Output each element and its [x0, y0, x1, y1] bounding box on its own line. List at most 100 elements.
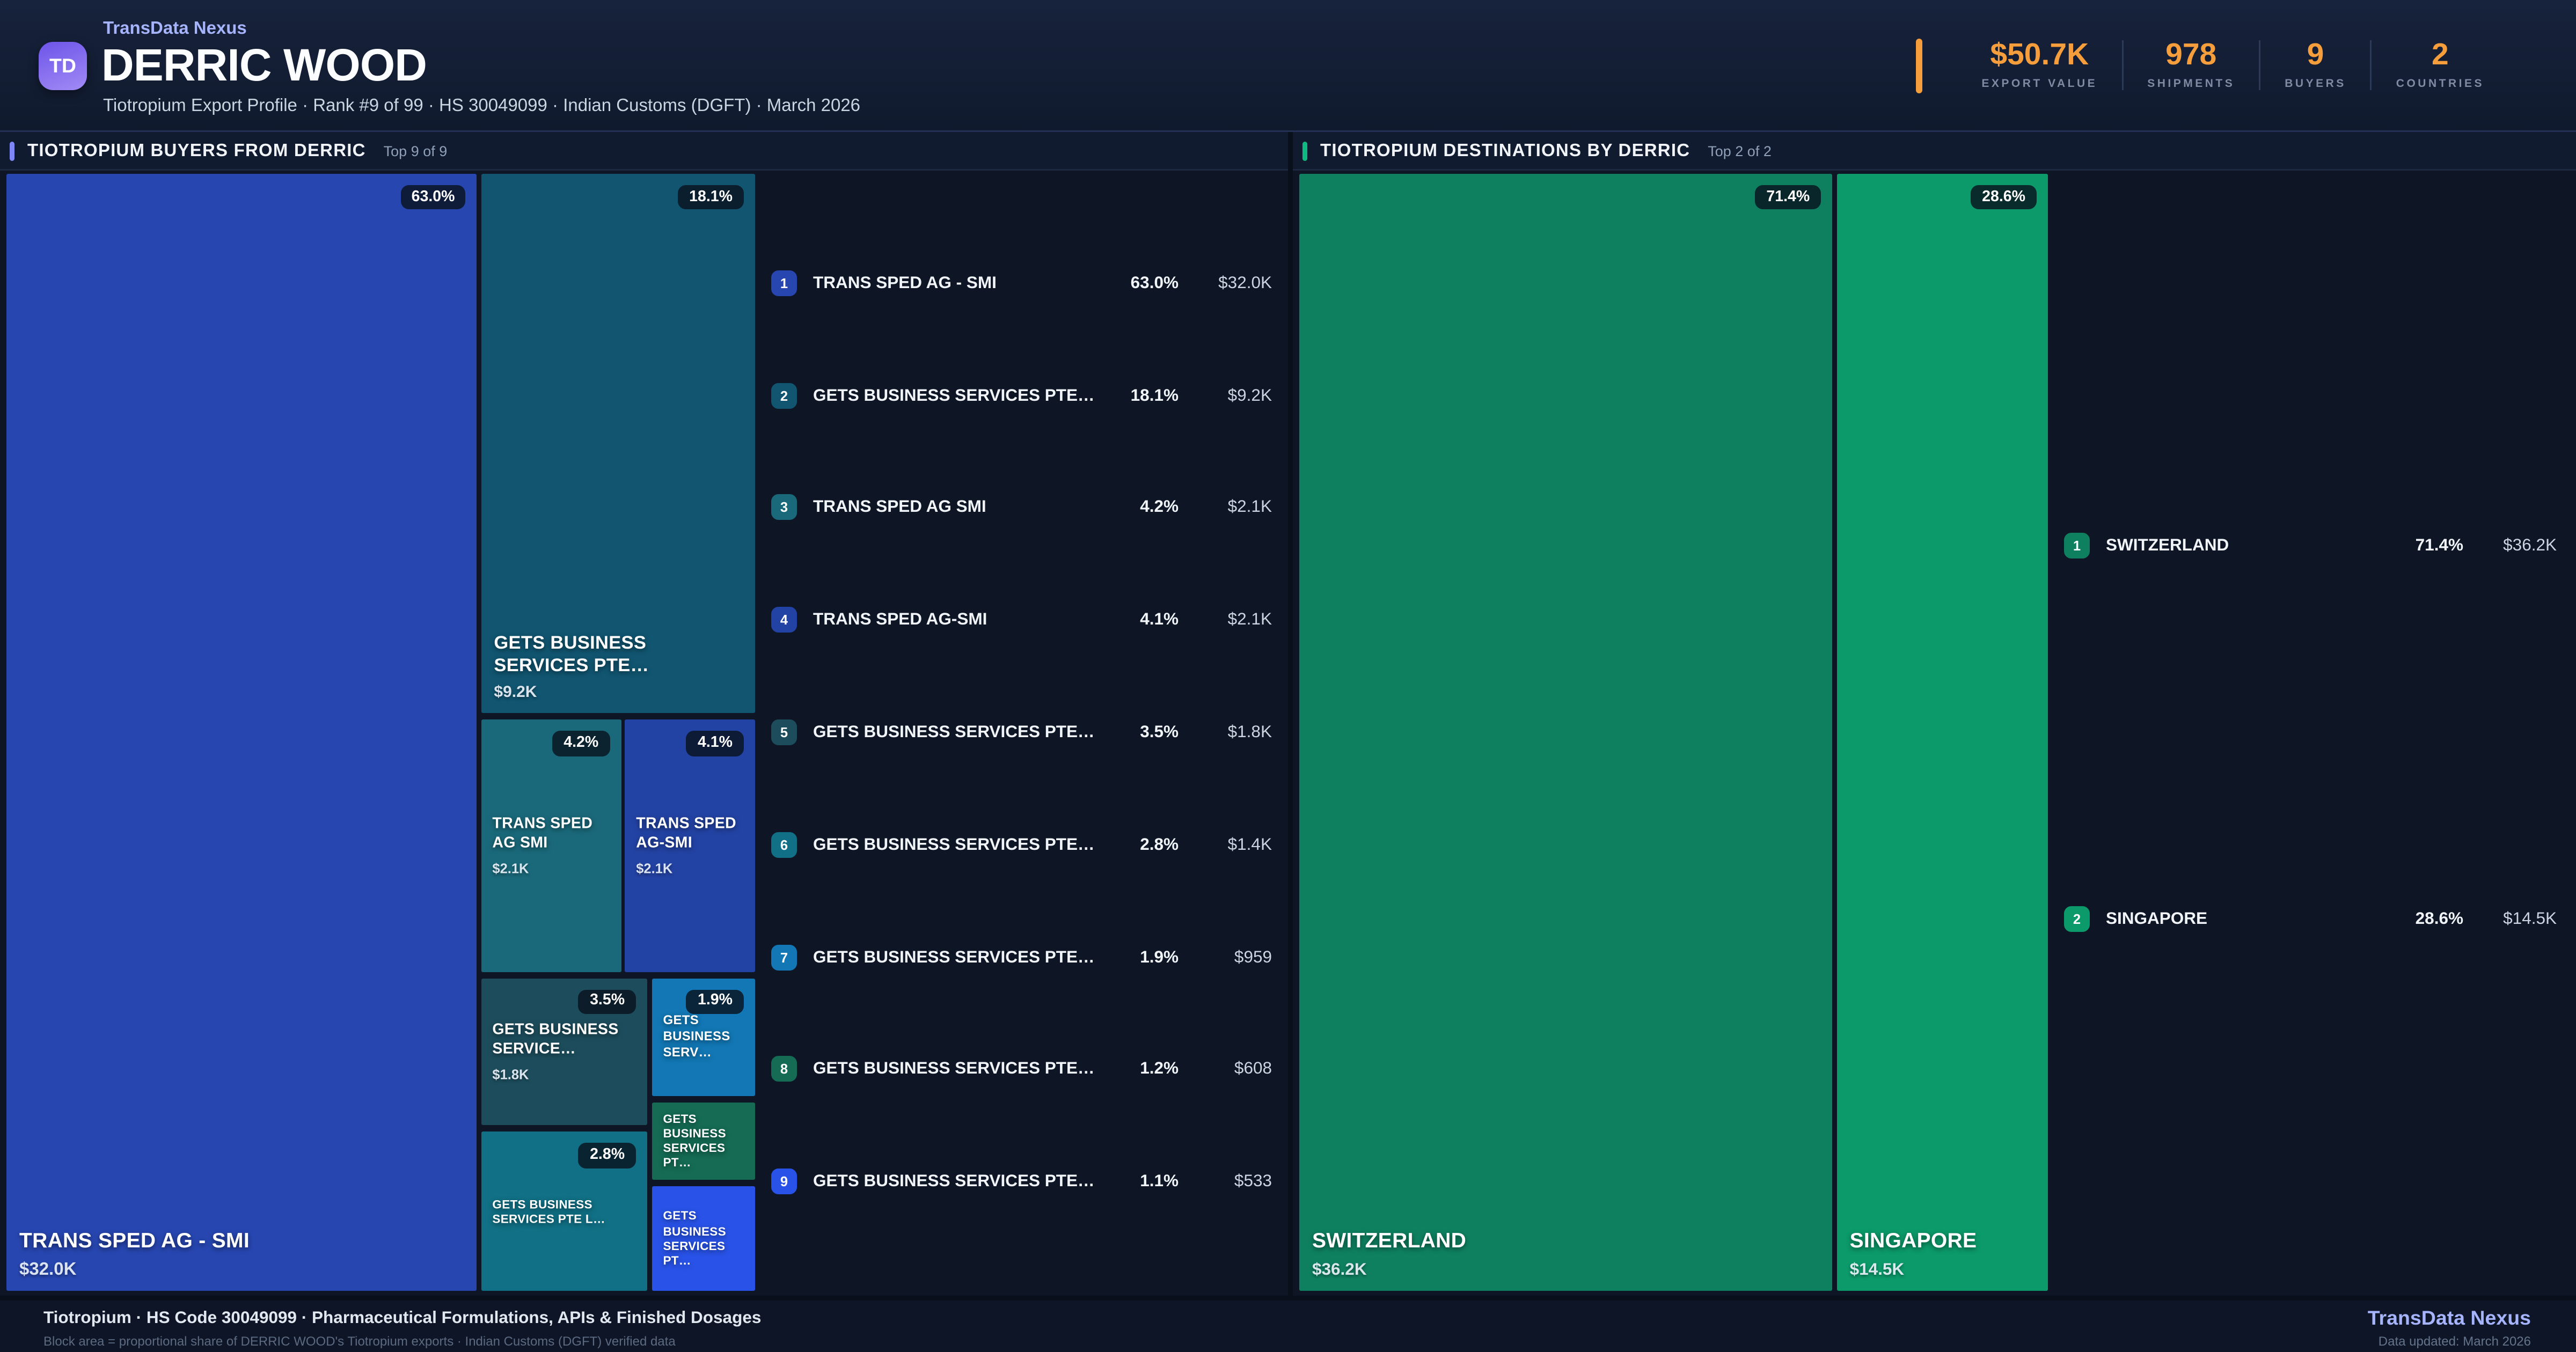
rank-row-buyer-8[interactable]: 8 GETS BUSINESS SERVICES PTE… 1.2% $608: [771, 1056, 1272, 1083]
rank-name: TRANS SPED AG - SMI: [813, 273, 997, 293]
rank-value: $14.5K: [2503, 909, 2557, 929]
block-label: GETS BUSINESS SERVICES PT…: [663, 1112, 745, 1171]
block-share-badge: 28.6%: [1971, 185, 2037, 210]
rank-row-buyer-5[interactable]: 5 GETS BUSINESS SERVICES PTE… 3.5% $1.8K: [771, 719, 1272, 745]
treemap-block-destination-1[interactable]: 71.4% SWITZERLAND $36.2K: [1299, 174, 1833, 1291]
block-label: GETS BUSINESS SERVICES PTE L…: [492, 1197, 638, 1226]
rank-name: TRANS SPED AG-SMI: [813, 610, 987, 630]
stat-label: BUYERS: [2285, 78, 2346, 90]
rank-value: $959: [1234, 947, 1272, 967]
rank-badge: 2: [771, 382, 797, 408]
rank-name: GETS BUSINESS SERVICES PTE…: [813, 1172, 1095, 1192]
block-share-badge: 2.8%: [579, 1143, 636, 1169]
rank-row-buyer-4[interactable]: 4 TRANS SPED AG-SMI 4.1% $2.1K: [771, 607, 1272, 633]
rank-badge: 4: [771, 607, 797, 633]
destinations-accent-bar: [1302, 141, 1307, 160]
block-value: $2.1K: [636, 859, 673, 876]
block-share-badge: 71.4%: [1755, 185, 1821, 210]
block-name: GETS BUSINESS SERVICES PT…: [663, 1209, 726, 1268]
treemap-block-buyer-4[interactable]: 4.1% TRANS SPED AG-SMI $2.1K: [625, 720, 755, 972]
rank-badge: 2: [2064, 906, 2090, 932]
treemap-block-buyer-6[interactable]: 2.8% GETS BUSINESS SERVICES PTE L…: [481, 1132, 648, 1291]
stat-label: EXPORT VALUE: [1981, 78, 2098, 90]
block-name: GETS BUSINESS SERVICE…: [492, 1022, 619, 1059]
rank-share: 4.1%: [1140, 610, 1179, 630]
rank-value: $9.2K: [1227, 385, 1272, 405]
rank-row-buyer-6[interactable]: 6 GETS BUSINESS SERVICES PTE… 2.8% $1.4K: [771, 832, 1272, 858]
avatar: TD: [39, 42, 87, 90]
buyers-accent-bar: [10, 141, 14, 160]
rank-value: $608: [1234, 1060, 1272, 1079]
rank-row-destination-1[interactable]: 1 SWITZERLAND 71.4% $36.2K: [2064, 532, 2557, 558]
rank-badge: 1: [771, 270, 797, 296]
rank-row-buyer-9[interactable]: 9 GETS BUSINESS SERVICES PTE… 1.1% $533: [771, 1169, 1272, 1195]
rank-name: SINGAPORE: [2106, 909, 2208, 929]
rank-value: $2.1K: [1227, 610, 1272, 630]
buyers-rank-list: 1 TRANS SPED AG - SMI 63.0% $32.0K 2 GETS BUS…: [755, 174, 1288, 1291]
block-share-badge: 1.9%: [686, 989, 744, 1015]
app-footer: Tiotropium · HS Code 30049099 · Pharmace…: [0, 1296, 2576, 1352]
block-label: TRANS SPED AG - SMI $32.0K: [19, 1228, 467, 1280]
rank-share: 1.9%: [1140, 947, 1179, 967]
rank-badge: 1: [2064, 532, 2090, 558]
rank-value: $32.0K: [1218, 273, 1272, 293]
rank-name: TRANS SPED AG SMI: [813, 498, 986, 518]
block-share-badge: 3.5%: [579, 989, 636, 1015]
rank-row-buyer-7[interactable]: 7 GETS BUSINESS SERVICES PTE… 1.9% $959: [771, 944, 1272, 970]
brand-label: TransData Nexus: [103, 19, 247, 39]
rank-share: 28.6%: [2415, 909, 2463, 929]
stat-value: $50.7K: [1990, 39, 2089, 73]
treemap-block-buyer-9[interactable]: GETS BUSINESS SERVICES PT…: [652, 1186, 755, 1291]
destinations-panel-count: Top 2 of 2: [1708, 142, 1772, 159]
block-label: GETS BUSINESS SERV…: [663, 1013, 745, 1061]
block-value: $14.5K: [1849, 1260, 1905, 1280]
rank-share: 71.4%: [2415, 535, 2463, 555]
rank-badge: 8: [771, 1056, 797, 1083]
treemap-block-buyer-5[interactable]: 3.5% GETS BUSINESS SERVICE… $1.8K: [481, 978, 648, 1126]
block-label: TRANS SPED AG SMI $2.1K: [492, 816, 611, 876]
footer-right: TransData Nexus Data updated: March 2026: [2368, 1307, 2531, 1349]
destinations-panel-body: 71.4% SWITZERLAND $36.2K 28.6% SINGAPORE $14.…: [1293, 171, 2576, 1296]
stat-value: 2: [2432, 39, 2449, 73]
main-content: TIOTROPIUM BUYERS FROM DERRIC Top 9 of 9…: [0, 132, 2576, 1296]
block-name: SWITZERLAND: [1312, 1228, 1467, 1253]
stat-value: 9: [2307, 39, 2324, 73]
block-share-badge: 18.1%: [678, 185, 744, 210]
treemap-block-buyer-8[interactable]: GETS BUSINESS SERVICES PT…: [652, 1103, 755, 1179]
block-share-badge: 63.0%: [400, 185, 466, 210]
page-subtitle: Tiotropium Export Profile · Rank #9 of 9…: [103, 97, 861, 116]
destinations-panel-header: TIOTROPIUM DESTINATIONS BY DERRIC Top 2 …: [1293, 132, 2576, 171]
rank-share: 63.0%: [1130, 273, 1179, 293]
rank-value: $1.8K: [1227, 722, 1272, 742]
rank-share: 2.8%: [1140, 835, 1179, 855]
rank-row-buyer-2[interactable]: 2 GETS BUSINESS SERVICES PTE… 18.1% $9.2K: [771, 382, 1272, 408]
avatar-initials: TD: [49, 55, 76, 77]
block-name: SINGAPORE: [1849, 1228, 1977, 1253]
rank-badge: 6: [771, 832, 797, 858]
destinations-treemap: 71.4% SWITZERLAND $36.2K 28.6% SINGAPORE $14.…: [1299, 174, 2048, 1291]
block-value: $2.1K: [492, 859, 529, 876]
destinations-panel: TIOTROPIUM DESTINATIONS BY DERRIC Top 2 …: [1288, 132, 2576, 1296]
rank-row-buyer-3[interactable]: 3 TRANS SPED AG SMI 4.2% $2.1K: [771, 495, 1272, 521]
rank-row-buyer-1[interactable]: 1 TRANS SPED AG - SMI 63.0% $32.0K: [771, 270, 1272, 296]
treemap-block-buyer-7[interactable]: 1.9% GETS BUSINESS SERV…: [652, 978, 755, 1097]
rank-row-destination-2[interactable]: 2 SINGAPORE 28.6% $14.5K: [2064, 906, 2557, 932]
block-label: GETS BUSINESS SERVICES PT…: [663, 1209, 745, 1268]
treemap-block-buyer-2[interactable]: 18.1% GETS BUSINESS SERVICES PTE… $9.2K: [481, 174, 755, 714]
block-label: GETS BUSINESS SERVICES PTE… $9.2K: [494, 633, 745, 702]
header-stats: $50.7K EXPORT VALUE 978 SHIPMENTS 9 BUYE…: [1915, 38, 2508, 93]
buyers-panel-title: TIOTROPIUM BUYERS FROM DERRIC: [27, 141, 366, 160]
rank-value: $36.2K: [2503, 535, 2557, 555]
treemap-block-buyer-3[interactable]: 4.2% TRANS SPED AG SMI $2.1K: [481, 720, 621, 972]
treemap-block-buyer-1[interactable]: 63.0% TRANS SPED AG - SMI $32.0K: [6, 174, 478, 1291]
rank-badge: 3: [771, 495, 797, 521]
buyers-panel-count: Top 9 of 9: [383, 142, 448, 159]
block-name: GETS BUSINESS SERVICES PTE L…: [492, 1196, 605, 1226]
stat-shipments: 978 SHIPMENTS: [2121, 39, 2259, 90]
block-share-badge: 4.1%: [686, 731, 744, 756]
rank-share: 4.2%: [1140, 498, 1179, 518]
page-title: DERRIC WOOD: [101, 40, 427, 90]
treemap-block-destination-2[interactable]: 28.6% SINGAPORE $14.5K: [1836, 174, 2048, 1291]
rank-share: 1.1%: [1140, 1172, 1179, 1192]
rank-value: $2.1K: [1227, 498, 1272, 518]
